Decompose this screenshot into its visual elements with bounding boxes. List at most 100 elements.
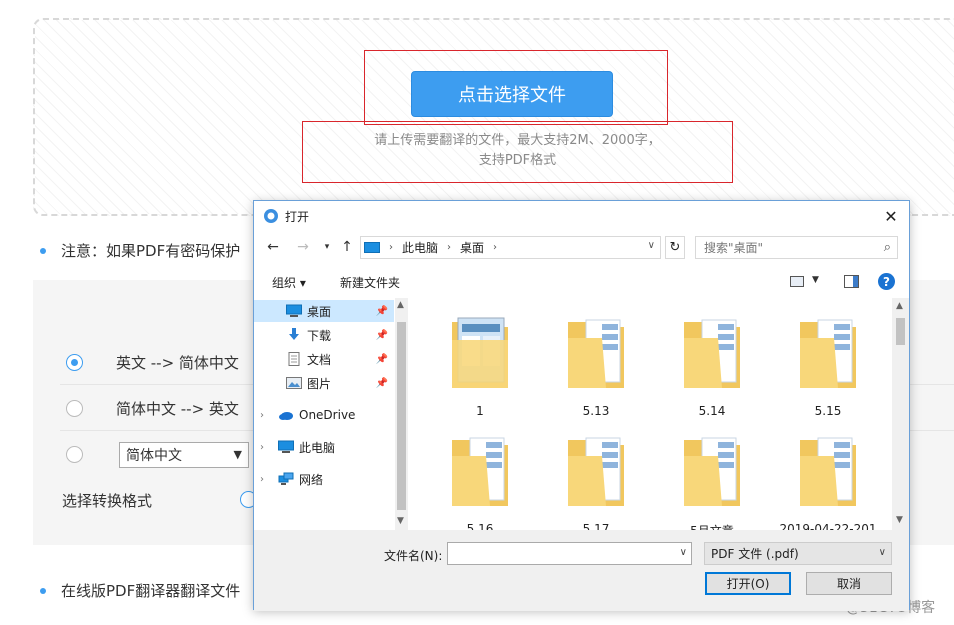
view-mode-icon[interactable] xyxy=(790,276,804,287)
preview-pane-icon[interactable] xyxy=(844,275,859,288)
sidebar-item-onedrive[interactable]: › OneDrive xyxy=(254,404,394,426)
cancel-button[interactable]: 取消 xyxy=(806,572,892,595)
sidebar-item-label: 文档 xyxy=(307,352,332,367)
pin-icon[interactable]: 📌 xyxy=(376,354,388,365)
folder-icon xyxy=(568,437,624,506)
file-item[interactable]: 1 xyxy=(430,298,530,418)
radio-zh-en[interactable] xyxy=(66,399,83,417)
chevron-right-icon[interactable]: › xyxy=(260,410,264,421)
folder-item[interactable]: 5.14 xyxy=(662,298,762,418)
refresh-icon[interactable]: ↻ xyxy=(665,236,685,259)
open-button[interactable]: 打开(O) xyxy=(705,572,791,595)
folder-name: 5.17 xyxy=(582,522,610,530)
folder-item[interactable]: 5月文章 xyxy=(662,416,762,530)
onedrive-icon xyxy=(279,412,293,420)
folder-item[interactable]: 5.16 xyxy=(430,416,530,530)
chevron-down-icon[interactable]: ∨ xyxy=(648,240,655,251)
folder-icon xyxy=(568,319,624,388)
folder-item[interactable]: 5.15 xyxy=(778,298,878,418)
language-select-value: 简体中文 xyxy=(126,447,182,464)
folder-item[interactable]: 5.17 xyxy=(546,416,646,530)
organize-menu[interactable]: 组织 ▾ xyxy=(272,274,306,291)
browser-app-icon xyxy=(264,209,278,223)
folder-with-image-icon xyxy=(452,317,508,388)
dialog-title: 打开 xyxy=(285,209,310,224)
language-select[interactable]: 简体中文 ▼ xyxy=(119,441,249,468)
scroll-up-icon[interactable]: ▲ xyxy=(397,300,404,310)
notice-text: 注意：如果PDF有密码保护 xyxy=(61,242,241,260)
sidebar-item-pictures[interactable]: 图片 📌 xyxy=(254,372,394,394)
sidebar-item-network[interactable]: › 网络 xyxy=(254,468,394,490)
up-arrow-icon[interactable]: ↑ xyxy=(338,238,356,256)
dialog-footer: 文件名(N): ∨ PDF 文件 (.pdf) ∨ 打开(O) 取消 xyxy=(254,530,909,611)
navigation-bar: ← → ▾ ↑ › 此电脑 › 桌面 › ∨ ↻ 搜索"桌面" ⌕ xyxy=(254,234,909,262)
sidebar-scrollbar[interactable]: ▲ ▼ xyxy=(395,298,408,530)
new-folder-button[interactable]: 新建文件夹 xyxy=(340,274,400,291)
bullet-dot xyxy=(40,587,46,594)
chevron-down-icon[interactable]: ▼ xyxy=(812,275,819,285)
choose-file-button[interactable]: 点击选择文件 xyxy=(411,71,613,117)
scrollbar-thumb[interactable] xyxy=(397,322,406,510)
chevron-right-icon[interactable]: › xyxy=(260,442,264,453)
sidebar-item-label: 下载 xyxy=(307,328,332,343)
close-icon[interactable]: ✕ xyxy=(881,206,901,226)
address-bar[interactable]: › 此电脑 › 桌面 › ∨ xyxy=(360,236,661,259)
bottom-notice-text: 在线版PDF翻译器翻译文件 xyxy=(61,582,241,600)
filetype-select[interactable]: PDF 文件 (.pdf) ∨ xyxy=(704,542,892,565)
scroll-down-icon[interactable]: ▼ xyxy=(397,516,404,526)
open-file-dialog: 打开 ✕ ← → ▾ ↑ › 此电脑 › 桌面 › ∨ ↻ 搜索"桌面" ⌕ 组… xyxy=(253,200,910,611)
scrollbar-thumb[interactable] xyxy=(896,318,905,345)
pin-icon[interactable]: 📌 xyxy=(376,330,388,341)
sidebar-item-documents[interactable]: 文档 📌 xyxy=(254,348,394,370)
chevron-right-icon[interactable]: › xyxy=(493,242,497,253)
sidebar-item-downloads[interactable]: 下载 📌 xyxy=(254,324,394,346)
folder-name: 5月文章 xyxy=(662,522,762,530)
folder-item[interactable]: 2019-04-22-201 xyxy=(768,416,888,530)
sidebar-item-label: OneDrive xyxy=(299,408,356,422)
folder-name: 5.16 xyxy=(466,522,494,530)
scroll-up-icon[interactable]: ▲ xyxy=(896,301,903,311)
folder-icon xyxy=(684,437,740,506)
chevron-down-icon[interactable]: ∨ xyxy=(879,547,886,558)
network-icon xyxy=(278,472,294,485)
dropdown-arrow-icon: ▼ xyxy=(233,448,242,461)
filename-input[interactable]: ∨ xyxy=(447,542,692,565)
sidebar-item-desktop[interactable]: 桌面 📌 xyxy=(254,300,394,322)
chevron-down-icon[interactable]: ∨ xyxy=(680,547,687,558)
dialog-toolbar: 组织 ▾ 新建文件夹 ▼ ? xyxy=(254,267,909,297)
format-label: 选择转换格式 xyxy=(62,492,153,510)
recent-locations-chevron-icon[interactable]: ▾ xyxy=(318,238,336,256)
option-label: 英文 --> 简体中文 xyxy=(116,353,239,372)
search-input[interactable]: 搜索"桌面" ⌕ xyxy=(695,236,898,259)
folder-icon xyxy=(452,437,508,506)
upload-hint-line1: 请上传需要翻译的文件，最大支持2M、2000字， xyxy=(374,133,661,148)
folder-name: 2019-04-22-201 xyxy=(779,522,877,530)
pin-icon[interactable]: 📌 xyxy=(376,306,388,317)
notice: 注意：如果PDF有密码保护 xyxy=(40,240,240,261)
radio-en-zh[interactable] xyxy=(66,353,83,371)
file-list-scrollbar[interactable]: ▲ ▼ xyxy=(892,298,909,530)
pin-icon[interactable]: 📌 xyxy=(376,378,388,389)
search-icon[interactable]: ⌕ xyxy=(884,240,891,255)
chevron-right-icon[interactable]: › xyxy=(389,242,393,253)
folder-item[interactable]: 5.13 xyxy=(546,298,646,418)
help-icon[interactable]: ? xyxy=(878,273,895,290)
chevron-right-icon[interactable]: › xyxy=(447,242,451,253)
back-arrow-icon[interactable]: ← xyxy=(264,238,282,256)
chevron-right-icon[interactable]: › xyxy=(260,474,264,485)
forward-arrow-icon[interactable]: → xyxy=(294,238,312,256)
sidebar-item-label: 图片 xyxy=(307,376,332,391)
pictures-icon xyxy=(286,377,302,389)
sidebar-item-label: 此电脑 xyxy=(299,440,336,455)
dialog-titlebar[interactable]: 打开 ✕ xyxy=(254,201,909,231)
document-icon xyxy=(288,352,300,366)
breadcrumb-desktop[interactable]: 桌面 xyxy=(460,239,484,256)
navigation-pane: 桌面 📌 下载 📌 文档 📌 图片 📌 › OneDrive › 此电脑 › 网… xyxy=(254,298,408,530)
breadcrumb-this-pc[interactable]: 此电脑 xyxy=(402,239,438,256)
sidebar-item-this-pc[interactable]: › 此电脑 xyxy=(254,436,394,458)
sidebar-item-label: 网络 xyxy=(299,472,324,487)
option-label: 简体中文 --> 英文 xyxy=(116,399,239,418)
folder-icon xyxy=(800,319,856,388)
scroll-down-icon[interactable]: ▼ xyxy=(896,515,903,525)
radio-custom[interactable] xyxy=(66,446,83,463)
